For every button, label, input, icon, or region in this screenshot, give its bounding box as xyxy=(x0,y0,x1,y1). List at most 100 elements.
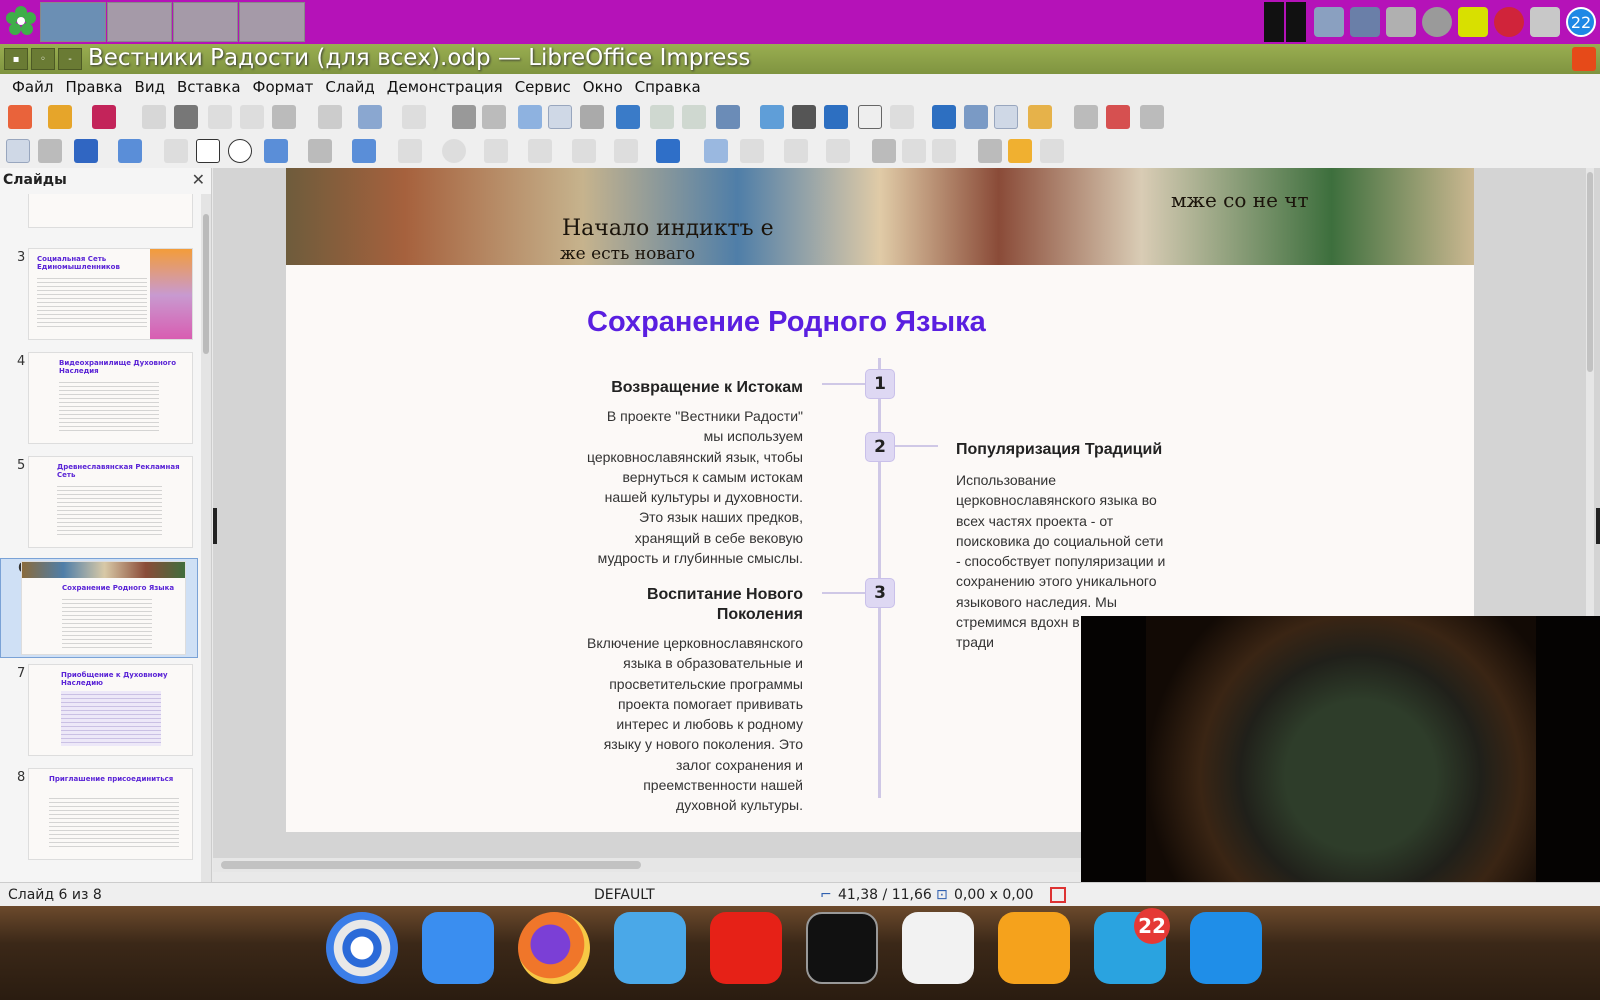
menu-window[interactable]: Окно xyxy=(583,78,623,96)
notification-badge[interactable]: 22 xyxy=(1566,7,1596,37)
table-icon[interactable] xyxy=(716,105,740,129)
slide-title[interactable]: Сохранение Родного Языка xyxy=(587,306,986,339)
stars-icon[interactable] xyxy=(614,139,638,163)
window-menu-button[interactable]: ▪ xyxy=(4,48,28,70)
points-icon[interactable] xyxy=(978,139,1002,163)
arrange-icon[interactable] xyxy=(784,139,808,163)
textbox-icon[interactable] xyxy=(858,105,882,129)
print-icon[interactable] xyxy=(174,105,198,129)
slide-thumb-4[interactable]: 4 Видеохранилище Духовного Наследия xyxy=(0,352,198,452)
files-icon[interactable] xyxy=(614,912,686,984)
item-body-3[interactable]: Включение церковнославянского языка в об… xyxy=(584,633,803,816)
snap-guides-icon[interactable] xyxy=(548,105,572,129)
find-replace-icon[interactable] xyxy=(452,105,476,129)
show-draw-functions-icon[interactable] xyxy=(994,105,1018,129)
grid-icon[interactable] xyxy=(518,105,542,129)
undo-icon[interactable] xyxy=(358,105,382,129)
item-title-3[interactable]: Воспитание Нового Поколения xyxy=(636,585,803,625)
menu-tools[interactable]: Сервис xyxy=(515,78,571,96)
spelling-icon[interactable] xyxy=(482,105,506,129)
slide-thumb-2[interactable] xyxy=(0,194,198,236)
scrollbar-thumb[interactable] xyxy=(221,861,641,869)
flower-logo-icon[interactable] xyxy=(4,4,38,38)
download-icon[interactable] xyxy=(1530,7,1560,37)
menu-file[interactable]: Файл xyxy=(12,78,53,96)
manuscript-banner-image[interactable]: Начало индиктъ е же есть новаго мже со н… xyxy=(286,168,1474,265)
item-title-1[interactable]: Возвращение к Истокам xyxy=(586,378,803,398)
paste-icon[interactable] xyxy=(272,105,296,129)
zoom-pan-icon[interactable] xyxy=(38,139,62,163)
chart-icon[interactable] xyxy=(824,105,848,129)
youtube-icon[interactable] xyxy=(710,912,782,984)
new-icon[interactable] xyxy=(8,105,32,129)
flag-icon[interactable] xyxy=(1458,7,1488,37)
copy-icon[interactable] xyxy=(240,105,264,129)
slide-master-name[interactable]: DEFAULT xyxy=(594,887,655,903)
scrollbar-thumb[interactable] xyxy=(1587,172,1593,372)
windows-icon[interactable] xyxy=(1314,7,1344,37)
crop-icon[interactable] xyxy=(902,139,926,163)
line-icon[interactable] xyxy=(164,139,188,163)
new-slide-icon[interactable] xyxy=(1028,105,1052,129)
keynote-icon[interactable] xyxy=(1190,912,1262,984)
master-slide-icon[interactable] xyxy=(616,105,640,129)
right-splitter-handle[interactable] xyxy=(1596,508,1600,544)
scrollbar-thumb[interactable] xyxy=(203,214,209,354)
workspace-thumb-1[interactable] xyxy=(40,2,106,42)
ellipse-icon[interactable] xyxy=(228,139,252,163)
slides-pane-scrollbar[interactable] xyxy=(201,194,211,882)
image-icon[interactable] xyxy=(760,105,784,129)
pencil-app-icon[interactable] xyxy=(998,912,1070,984)
slide-thumb-5[interactable]: 5 Древнеславянская Рекламная Сеть xyxy=(0,456,198,556)
cut-icon[interactable] xyxy=(208,105,232,129)
slide-thumb-8[interactable]: 8 Приглашение присоединиться xyxy=(0,768,198,868)
duplicate-slide-icon[interactable] xyxy=(1074,105,1098,129)
menu-help[interactable]: Справка xyxy=(635,78,701,96)
folder-icon[interactable] xyxy=(1386,7,1416,37)
strawberry-icon[interactable] xyxy=(1494,7,1524,37)
firefox-icon[interactable] xyxy=(518,912,590,984)
connector-icon[interactable] xyxy=(352,139,376,163)
slide-thumb-7[interactable]: 7 Приобщение к Духовному Наследию xyxy=(0,664,198,764)
3d-objects-icon[interactable] xyxy=(656,139,680,163)
open-icon[interactable] xyxy=(48,105,72,129)
basic-shapes-icon[interactable] xyxy=(398,139,422,163)
menu-format[interactable]: Формат xyxy=(253,78,314,96)
minimize-button[interactable]: - xyxy=(58,48,82,70)
filter-icon[interactable] xyxy=(932,139,956,163)
menu-insert[interactable]: Вставка xyxy=(177,78,241,96)
workspace-thumb-4[interactable] xyxy=(239,2,305,42)
accessibility-icon[interactable] xyxy=(1422,7,1452,37)
display-views-icon[interactable] xyxy=(580,105,604,129)
video-overlay[interactable] xyxy=(1081,616,1600,906)
slide-thumb-3[interactable]: 3 Социальная Сеть Единомышленников xyxy=(0,248,198,348)
item-body-1[interactable]: В проекте "Вестники Радости" мы использу… xyxy=(584,406,803,568)
special-char-icon[interactable] xyxy=(890,105,914,129)
save-icon[interactable] xyxy=(92,105,116,129)
arrow-line-icon[interactable] xyxy=(264,139,288,163)
distribute-icon[interactable] xyxy=(826,139,850,163)
block-arrows-icon[interactable] xyxy=(484,139,508,163)
pages-icon[interactable] xyxy=(902,912,974,984)
chromium-icon[interactable] xyxy=(326,912,398,984)
close-icon[interactable]: ✕ xyxy=(192,170,205,189)
rotate-icon[interactable] xyxy=(704,139,728,163)
media-icon[interactable] xyxy=(792,105,816,129)
delete-slide-icon[interactable] xyxy=(1106,105,1130,129)
terminal-icon[interactable] xyxy=(806,912,878,984)
workspace-thumb-3[interactable] xyxy=(173,2,238,42)
menu-slideshow[interactable]: Демонстрация xyxy=(387,78,503,96)
start-current-slide-icon[interactable] xyxy=(682,105,706,129)
slide-layout-icon[interactable] xyxy=(1140,105,1164,129)
menu-edit[interactable]: Правка xyxy=(65,78,122,96)
select-icon[interactable] xyxy=(6,139,30,163)
export-pdf-icon[interactable] xyxy=(142,105,166,129)
menu-slide[interactable]: Слайд xyxy=(325,78,374,96)
slide-thumb-6[interactable]: 6 Сохранение Родного Языка xyxy=(0,558,198,658)
xcode-icon[interactable] xyxy=(422,912,494,984)
layers-icon[interactable] xyxy=(1350,7,1380,37)
window-shade-button[interactable]: ◦ xyxy=(31,48,55,70)
fontwork-icon[interactable] xyxy=(932,105,956,129)
item-title-2[interactable]: Популяризация Традиций xyxy=(956,440,1186,460)
fill-color-icon[interactable] xyxy=(118,139,142,163)
